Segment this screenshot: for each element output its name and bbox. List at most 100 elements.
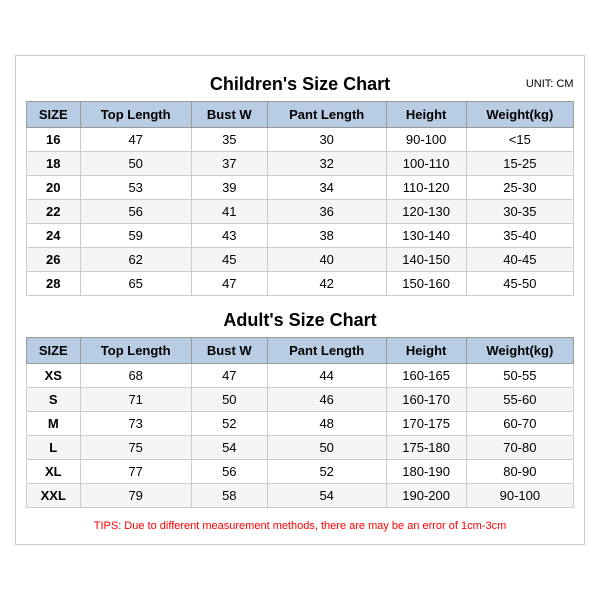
table-cell: 32 xyxy=(267,152,386,176)
children-col-pant-length: Pant Length xyxy=(267,102,386,128)
adult-size-table: Adult's Size Chart SIZE Top Length Bust … xyxy=(26,302,574,508)
table-row: 18503732100-11015-25 xyxy=(27,152,574,176)
table-cell: 190-200 xyxy=(386,484,466,508)
children-col-weight: Weight(kg) xyxy=(466,102,573,128)
children-table-body: 1647353090-100<1518503732100-11015-25205… xyxy=(27,128,574,296)
table-cell: L xyxy=(27,436,81,460)
table-cell: 130-140 xyxy=(386,224,466,248)
table-row: XS684744160-16550-55 xyxy=(27,364,574,388)
table-cell: 54 xyxy=(267,484,386,508)
table-cell: 60-70 xyxy=(466,412,573,436)
table-row: S715046160-17055-60 xyxy=(27,388,574,412)
adult-col-top-length: Top Length xyxy=(80,338,191,364)
table-cell: 26 xyxy=(27,248,81,272)
table-cell: 40-45 xyxy=(466,248,573,272)
table-cell: 90-100 xyxy=(386,128,466,152)
table-cell: 110-120 xyxy=(386,176,466,200)
children-col-bust-w: Bust W xyxy=(191,102,267,128)
table-cell: 15-25 xyxy=(466,152,573,176)
table-cell: 160-170 xyxy=(386,388,466,412)
table-row: XXL795854190-20090-100 xyxy=(27,484,574,508)
table-cell: 38 xyxy=(267,224,386,248)
table-cell: 56 xyxy=(191,460,267,484)
table-cell: XS xyxy=(27,364,81,388)
table-cell: 50-55 xyxy=(466,364,573,388)
table-row: 26624540140-15040-45 xyxy=(27,248,574,272)
table-row: 1647353090-100<15 xyxy=(27,128,574,152)
table-cell: 68 xyxy=(80,364,191,388)
table-cell: 54 xyxy=(191,436,267,460)
table-row: 20533934110-12025-30 xyxy=(27,176,574,200)
table-cell: 62 xyxy=(80,248,191,272)
adult-col-size: SIZE xyxy=(27,338,81,364)
table-cell: 79 xyxy=(80,484,191,508)
table-cell: 47 xyxy=(191,272,267,296)
table-cell: 35-40 xyxy=(466,224,573,248)
table-cell: 70-80 xyxy=(466,436,573,460)
table-cell: 48 xyxy=(267,412,386,436)
adult-col-bust-w: Bust W xyxy=(191,338,267,364)
table-cell: 160-165 xyxy=(386,364,466,388)
table-cell: 47 xyxy=(80,128,191,152)
table-cell: 80-90 xyxy=(466,460,573,484)
table-cell: 36 xyxy=(267,200,386,224)
table-cell: 34 xyxy=(267,176,386,200)
table-row: XL775652180-19080-90 xyxy=(27,460,574,484)
table-cell: 35 xyxy=(191,128,267,152)
table-cell: 150-160 xyxy=(386,272,466,296)
unit-label: UNIT: CM xyxy=(526,78,574,90)
size-chart-container: Children's Size Chart UNIT: CM SIZE Top … xyxy=(15,55,585,545)
table-row: 22564136120-13030-35 xyxy=(27,200,574,224)
adult-chart-title: Adult's Size Chart xyxy=(223,310,376,330)
tips-text: TIPS: Due to different measurement metho… xyxy=(26,514,574,534)
table-cell: XL xyxy=(27,460,81,484)
adult-table-body: XS684744160-16550-55S715046160-17055-60M… xyxy=(27,364,574,508)
table-cell: 20 xyxy=(27,176,81,200)
table-cell: 47 xyxy=(191,364,267,388)
table-cell: 25-30 xyxy=(466,176,573,200)
table-cell: XXL xyxy=(27,484,81,508)
table-cell: 16 xyxy=(27,128,81,152)
table-cell: 18 xyxy=(27,152,81,176)
table-row: L755450175-18070-80 xyxy=(27,436,574,460)
table-cell: 44 xyxy=(267,364,386,388)
table-cell: 39 xyxy=(191,176,267,200)
table-cell: 175-180 xyxy=(386,436,466,460)
table-cell: 22 xyxy=(27,200,81,224)
table-cell: 65 xyxy=(80,272,191,296)
table-cell: 58 xyxy=(191,484,267,508)
adult-col-height: Height xyxy=(386,338,466,364)
table-cell: 50 xyxy=(80,152,191,176)
table-row: 24594338130-14035-40 xyxy=(27,224,574,248)
table-cell: 24 xyxy=(27,224,81,248)
children-col-size: SIZE xyxy=(27,102,81,128)
table-cell: 170-175 xyxy=(386,412,466,436)
adult-col-weight: Weight(kg) xyxy=(466,338,573,364)
adult-header-row: SIZE Top Length Bust W Pant Length Heigh… xyxy=(27,338,574,364)
table-cell: 41 xyxy=(191,200,267,224)
table-cell: 52 xyxy=(267,460,386,484)
table-cell: 180-190 xyxy=(386,460,466,484)
table-cell: S xyxy=(27,388,81,412)
table-cell: 37 xyxy=(191,152,267,176)
children-header-row: SIZE Top Length Bust W Pant Length Heigh… xyxy=(27,102,574,128)
table-cell: 50 xyxy=(191,388,267,412)
table-cell: 43 xyxy=(191,224,267,248)
table-cell: 45-50 xyxy=(466,272,573,296)
table-cell: 30-35 xyxy=(466,200,573,224)
table-cell: 59 xyxy=(80,224,191,248)
table-cell: 140-150 xyxy=(386,248,466,272)
table-cell: 55-60 xyxy=(466,388,573,412)
table-cell: 71 xyxy=(80,388,191,412)
children-chart-title: Children's Size Chart xyxy=(210,74,390,94)
table-cell: 52 xyxy=(191,412,267,436)
children-col-top-length: Top Length xyxy=(80,102,191,128)
table-cell: 77 xyxy=(80,460,191,484)
table-cell: M xyxy=(27,412,81,436)
table-cell: 75 xyxy=(80,436,191,460)
table-cell: 45 xyxy=(191,248,267,272)
table-cell: 40 xyxy=(267,248,386,272)
children-size-table: Children's Size Chart UNIT: CM SIZE Top … xyxy=(26,66,574,296)
adult-col-pant-length: Pant Length xyxy=(267,338,386,364)
children-col-height: Height xyxy=(386,102,466,128)
